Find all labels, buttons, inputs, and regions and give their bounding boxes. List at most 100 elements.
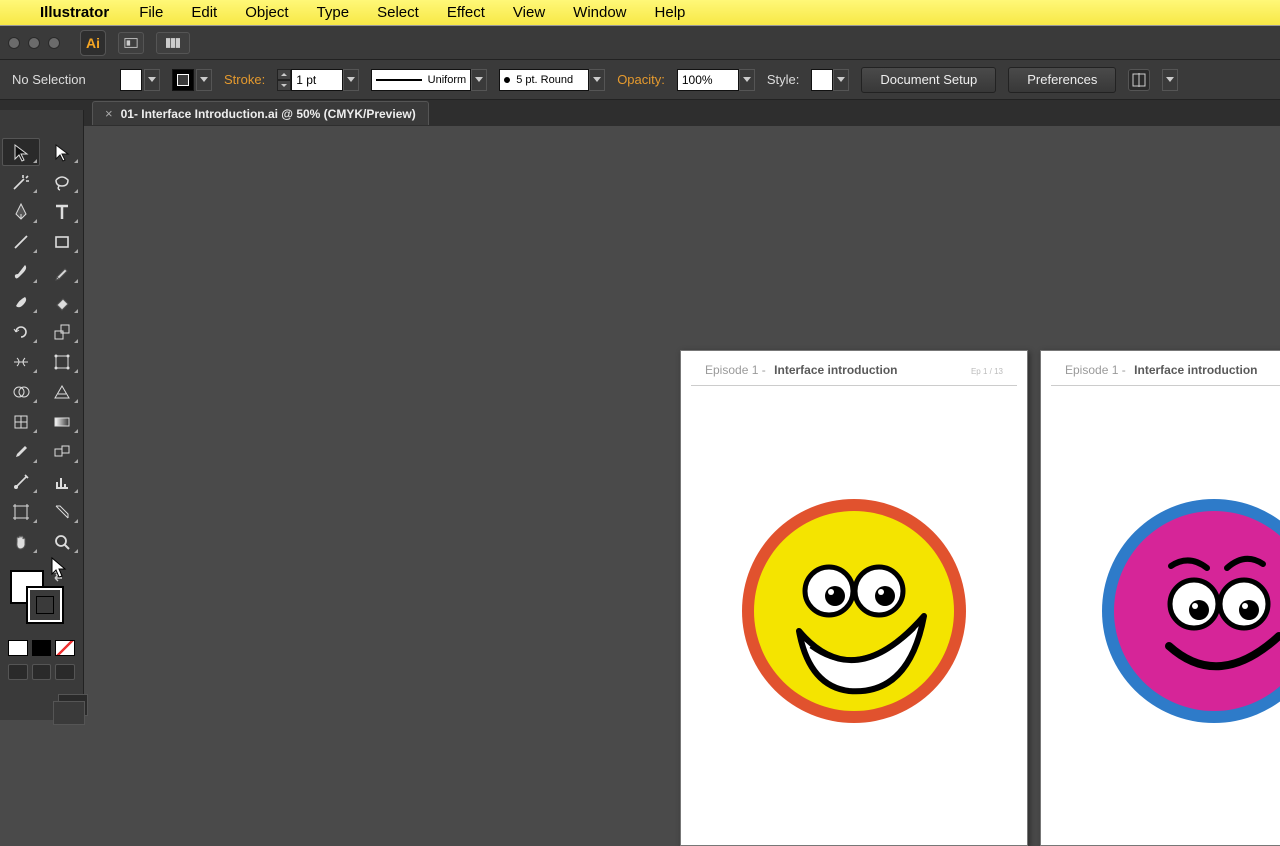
selection-tool[interactable] [2,138,40,166]
artboard-1-episode: Episode 1 - [705,363,766,377]
eraser-tool[interactable] [43,288,81,316]
type-tool[interactable] [43,198,81,226]
stroke-profile-menu[interactable] [471,69,487,91]
selection-status: No Selection [12,72,108,87]
artboard-1-title: Interface introduction [774,363,897,377]
brush-menu[interactable] [589,69,605,91]
draw-inside[interactable] [55,664,75,680]
graph-tool[interactable] [43,468,81,496]
window-minimize-button[interactable] [28,37,40,49]
align-to-menu[interactable] [1162,69,1178,91]
app-name[interactable]: Illustrator [30,4,125,21]
mesh-tool[interactable] [2,408,40,436]
color-mode-none[interactable] [55,640,75,656]
canvas[interactable]: Episode 1 - Interface introduction Ep 1 … [0,126,1280,720]
artboard-1-header: Episode 1 - Interface introduction Ep 1 … [691,351,1017,386]
stroke-swatch[interactable] [172,69,194,91]
stroke-swatch-menu[interactable] [196,69,212,91]
direct-selection-tool[interactable] [43,138,81,166]
bridge-button[interactable] [118,32,144,54]
style-label: Style: [767,72,800,87]
color-mode-row [0,636,83,660]
scale-tool[interactable] [43,318,81,346]
eyedropper-tool[interactable] [2,438,40,466]
window-controls [8,37,60,49]
stroke-profile-select[interactable]: Uniform [371,69,471,91]
slice-tool[interactable] [43,498,81,526]
rectangle-tool[interactable] [43,228,81,256]
magic-wand-tool[interactable] [2,168,40,196]
document-tab[interactable]: × 01- Interface Introduction.ai @ 50% (C… [92,101,429,125]
artboard-tool[interactable] [2,498,40,526]
fill-swatch-menu[interactable] [144,69,160,91]
brush-select[interactable]: 5 pt. Round [499,69,589,91]
opacity-input[interactable]: 100% [677,69,739,91]
artboard-2-art [1041,496,1280,726]
window-close-button[interactable] [8,37,20,49]
draw-behind[interactable] [32,664,52,680]
mac-menubar: Illustrator File Edit Object Type Select… [0,0,1280,26]
gradient-tool[interactable] [43,408,81,436]
pen-tool[interactable] [2,198,40,226]
artboard-1-art [681,496,1027,726]
tools-panel [0,110,84,720]
artboard-1[interactable]: Episode 1 - Interface introduction Ep 1 … [680,350,1028,846]
pencil-tool[interactable] [43,258,81,286]
artboard-2[interactable]: Episode 1 - Interface introduction [1040,350,1280,846]
hand-tool[interactable] [2,528,40,556]
blend-tool[interactable] [43,438,81,466]
symbol-sprayer-tool[interactable] [2,468,40,496]
menu-select[interactable]: Select [363,4,433,21]
artboard-1-page: Ep 1 / 13 [971,367,1003,376]
document-setup-button[interactable]: Document Setup [861,67,996,93]
stroke-weight-input[interactable]: 1 pt [291,69,343,91]
align-to-button[interactable] [1128,69,1150,91]
menu-type[interactable]: Type [303,4,364,21]
free-transform-tool[interactable] [43,348,81,376]
screen-mode-button[interactable] [58,694,88,716]
menu-edit[interactable]: Edit [177,4,231,21]
close-tab-icon[interactable]: × [105,106,113,121]
document-tabstrip: × 01- Interface Introduction.ai @ 50% (C… [0,100,1280,126]
blob-brush-tool[interactable] [2,288,40,316]
stroke-label[interactable]: Stroke: [224,72,265,87]
paintbrush-tool[interactable] [2,258,40,286]
width-tool[interactable] [2,348,40,376]
menu-view[interactable]: View [499,4,559,21]
artboard-2-episode: Episode 1 - [1065,363,1126,377]
stroke-profile-label: Uniform [428,74,467,86]
control-bar: No Selection Stroke: 1 pt Uniform 5 pt. … [0,60,1280,100]
artboard-2-header: Episode 1 - Interface introduction [1051,351,1280,386]
stroke-color-box[interactable] [28,588,62,622]
swap-fill-stroke-icon[interactable] [50,568,64,582]
perspective-tool[interactable] [43,378,81,406]
menu-window[interactable]: Window [559,4,640,21]
rotate-tool[interactable] [2,318,40,346]
opacity-menu[interactable] [739,69,755,91]
window-zoom-button[interactable] [48,37,60,49]
menu-effect[interactable]: Effect [433,4,499,21]
shape-builder-tool[interactable] [2,378,40,406]
menu-object[interactable]: Object [231,4,302,21]
app-titlebar: Ai [0,26,1280,60]
preferences-button[interactable]: Preferences [1008,67,1116,93]
lasso-tool[interactable] [43,168,81,196]
opacity-label[interactable]: Opacity: [617,72,665,87]
graphic-style-swatch[interactable] [811,69,833,91]
color-mode-solid[interactable] [8,640,28,656]
stroke-weight-stepper[interactable] [277,69,291,91]
draw-mode-row [0,660,83,684]
line-tool[interactable] [2,228,40,256]
color-mode-gradient[interactable] [32,640,52,656]
stroke-weight-menu[interactable] [343,69,359,91]
zoom-tool[interactable] [43,528,81,556]
menu-help[interactable]: Help [641,4,700,21]
arrange-documents-button[interactable] [156,32,190,54]
menu-file[interactable]: File [125,4,177,21]
artboard-2-title: Interface introduction [1134,363,1257,377]
draw-normal[interactable] [8,664,28,680]
app-icon: Ai [80,30,106,56]
graphic-style-menu[interactable] [833,69,849,91]
document-tab-title: 01- Interface Introduction.ai @ 50% (CMY… [121,107,416,121]
fill-swatch[interactable] [120,69,142,91]
